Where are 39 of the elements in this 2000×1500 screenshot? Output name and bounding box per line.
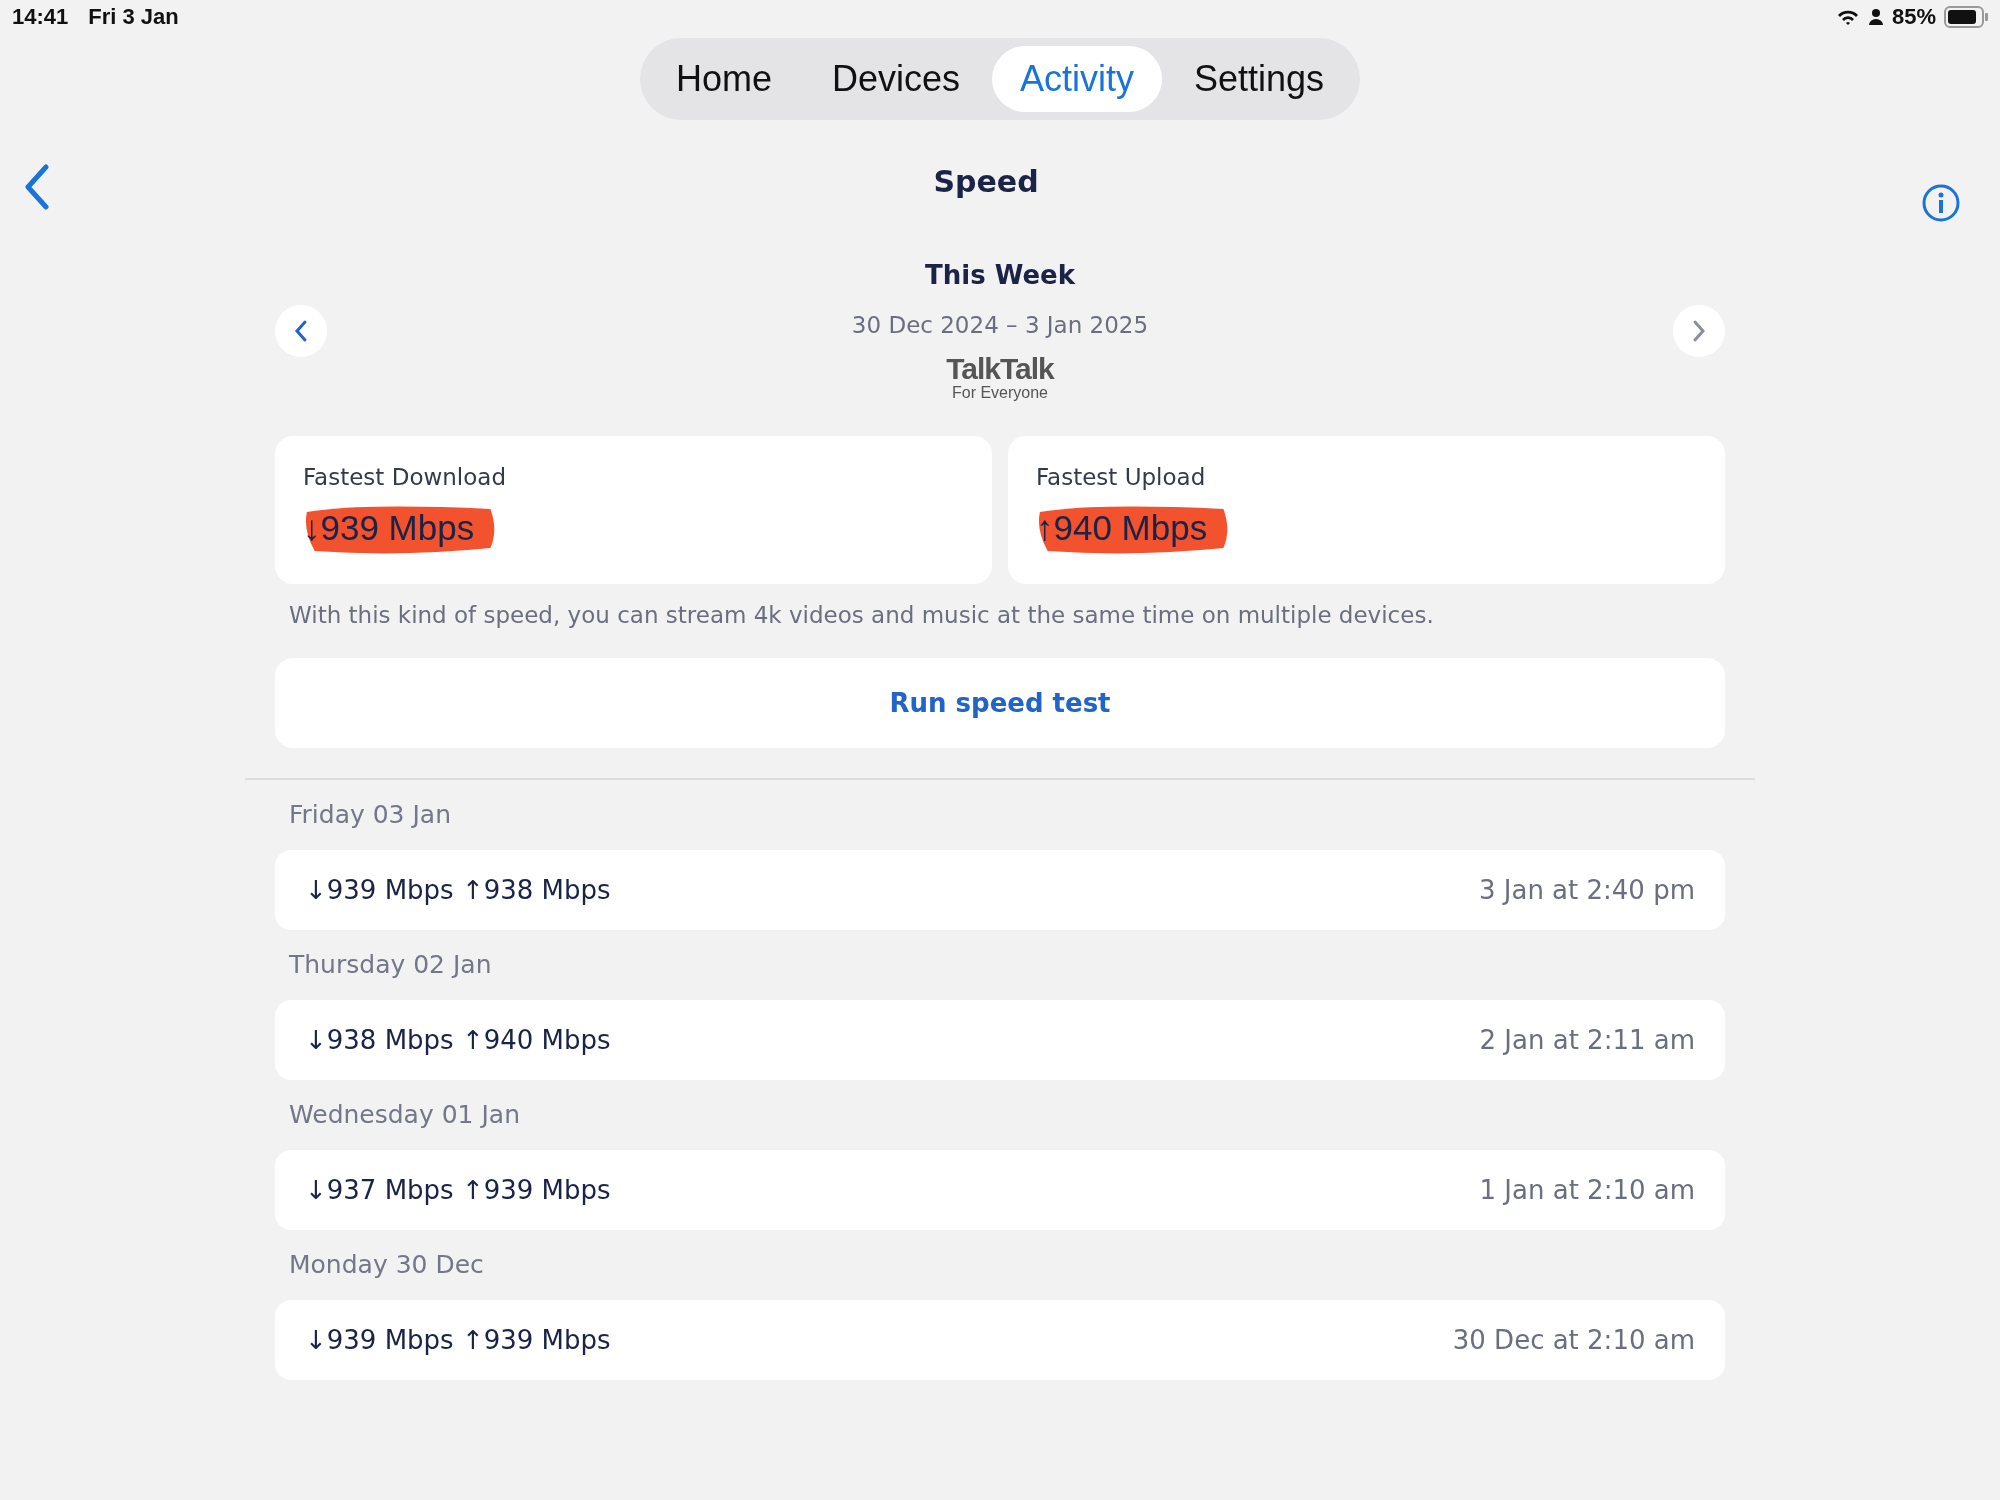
result-row[interactable]: ↓937 Mbps ↑939 Mbps 1 Jan at 2:10 am xyxy=(275,1149,1725,1230)
chevron-right-icon xyxy=(1692,318,1706,343)
result-row[interactable]: ↓939 Mbps ↑939 Mbps 30 Dec at 2:10 am xyxy=(275,1299,1725,1380)
status-date: Fri 3 Jan xyxy=(88,4,179,30)
test-time: 2 Jan at 2:11 am xyxy=(1479,1024,1695,1055)
date-range: 30 Dec 2024 – 3 Jan 2025 xyxy=(851,312,1149,338)
day-header: Friday 03 Jan xyxy=(288,798,452,831)
battery-icon xyxy=(1944,6,1988,28)
status-time: 14:41 xyxy=(12,4,69,30)
card-label: Fastest Download xyxy=(303,463,507,490)
battery-level: 85% xyxy=(1891,4,1936,30)
test-time: 30 Dec at 2:10 am xyxy=(1452,1324,1695,1355)
page-title: Speed xyxy=(933,164,1039,199)
person-icon xyxy=(1867,8,1884,26)
result-row[interactable]: ↓939 Mbps ↑938 Mbps 3 Jan at 2:40 pm xyxy=(275,849,1725,930)
day-header: Wednesday 01 Jan xyxy=(288,1098,521,1131)
test-time: 1 Jan at 2:10 am xyxy=(1479,1174,1695,1205)
day-header: Monday 30 Dec xyxy=(288,1248,485,1281)
chevron-left-icon xyxy=(294,318,308,343)
tab[interactable]: Activity xyxy=(992,46,1162,112)
speed-note: With this kind of speed, you can stream 4k videos and music at the same time on multiple devices. xyxy=(289,601,1435,628)
speed-value: ↑940 Mbps xyxy=(1036,507,1208,548)
speed-result: ↓938 Mbps ↑940 Mbps xyxy=(305,1024,611,1055)
tab[interactable]: Settings xyxy=(1166,46,1353,112)
logo: TalkTalk For Everyone xyxy=(946,354,1054,402)
back-icon[interactable] xyxy=(24,164,50,210)
tab[interactable]: Home xyxy=(647,46,800,112)
card-label: Fastest Upload xyxy=(1036,463,1207,490)
test-time: 3 Jan at 2:40 pm xyxy=(1478,874,1695,905)
result-row[interactable]: ↓938 Mbps ↑940 Mbps 2 Jan at 2:11 am xyxy=(275,999,1725,1080)
speed-result: ↓937 Mbps ↑939 Mbps xyxy=(305,1174,611,1205)
day-header: Thursday 02 Jan xyxy=(288,948,493,981)
speed-value: ↓939 Mbps xyxy=(303,507,475,548)
speed-result: ↓939 Mbps ↑938 Mbps xyxy=(305,874,611,905)
speed-result: ↓939 Mbps ↑939 Mbps xyxy=(305,1324,611,1355)
tab[interactable]: Devices xyxy=(803,46,988,112)
period-title: This Week xyxy=(925,260,1075,290)
info-icon[interactable] xyxy=(1922,184,1960,222)
run-speed-test-button[interactable]: Run speed test xyxy=(275,657,1725,748)
